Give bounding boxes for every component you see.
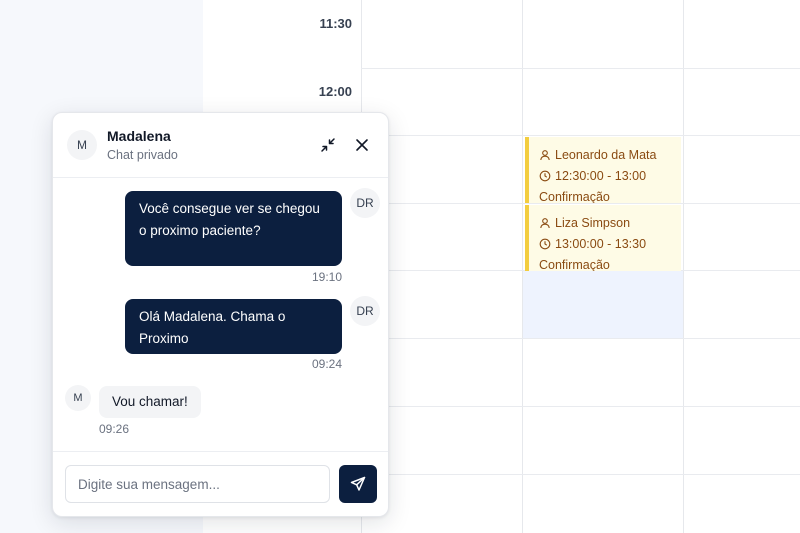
grid-line [361, 474, 800, 475]
event-status: Confirmação [539, 189, 610, 204]
close-button[interactable] [352, 135, 372, 155]
send-button[interactable] [339, 465, 377, 503]
chat-subtitle: Chat privado [107, 148, 178, 162]
close-icon [356, 139, 368, 151]
message-time: 19:10 [311, 270, 342, 284]
app-screen: 11:30 12:00 Leonardo da Mata 12:30:00 - … [0, 0, 800, 533]
grid-line [522, 0, 523, 533]
grid-line [361, 68, 800, 69]
clock-icon [539, 238, 551, 249]
message-time: 09:24 [311, 357, 342, 371]
chat-window: M Madalena Chat privado DR Você consegue… [52, 112, 389, 517]
avatar: DR [350, 296, 380, 326]
event-patient-row: Leonardo da Mata [539, 144, 671, 165]
grid-line [361, 203, 800, 204]
chat-header: M Madalena Chat privado [53, 113, 388, 178]
avatar: M [65, 385, 91, 411]
selected-time-slot[interactable] [523, 271, 683, 338]
event-patient-name: Liza Simpson [555, 215, 631, 230]
message-bubble-outgoing: Você consegue ver se chegou o proximo pa… [125, 191, 342, 266]
chat-contact-name: Madalena [107, 128, 171, 144]
event-patient-row: Liza Simpson [539, 212, 671, 233]
message-bubble-incoming: Vou chamar! [99, 386, 201, 418]
appointment-event[interactable]: Liza Simpson 13:00:00 - 13:30 Confirmaçã… [525, 205, 681, 271]
minimize-icon [321, 138, 335, 152]
time-label: 11:30 [319, 16, 352, 31]
user-icon [540, 149, 550, 160]
minimize-button[interactable] [318, 135, 338, 155]
event-time-row: 12:30:00 - 13:00 [539, 165, 671, 186]
message-time: 09:26 [99, 422, 130, 436]
time-label: 12:00 [318, 84, 352, 99]
event-patient-name: Leonardo da Mata [555, 147, 657, 162]
chat-composer [53, 451, 388, 516]
grid-line [361, 338, 800, 339]
grid-line [683, 0, 684, 533]
avatar: DR [350, 188, 380, 218]
clock-icon [539, 170, 551, 181]
grid-line [361, 406, 800, 407]
event-time: 13:00:00 - 13:30 [555, 236, 647, 251]
send-icon [350, 476, 366, 491]
appointment-event[interactable]: Leonardo da Mata 12:30:00 - 13:00 Confir… [525, 137, 681, 203]
user-icon [540, 217, 550, 228]
event-time: 12:30:00 - 13:00 [555, 168, 647, 183]
event-status: Confirmação [539, 257, 610, 272]
message-input[interactable] [65, 465, 330, 503]
grid-line [361, 135, 800, 136]
avatar: M [67, 130, 97, 160]
event-time-row: 13:00:00 - 13:30 [539, 233, 671, 254]
message-bubble-outgoing: Olá Madalena. Chama o Proximo [125, 299, 342, 354]
